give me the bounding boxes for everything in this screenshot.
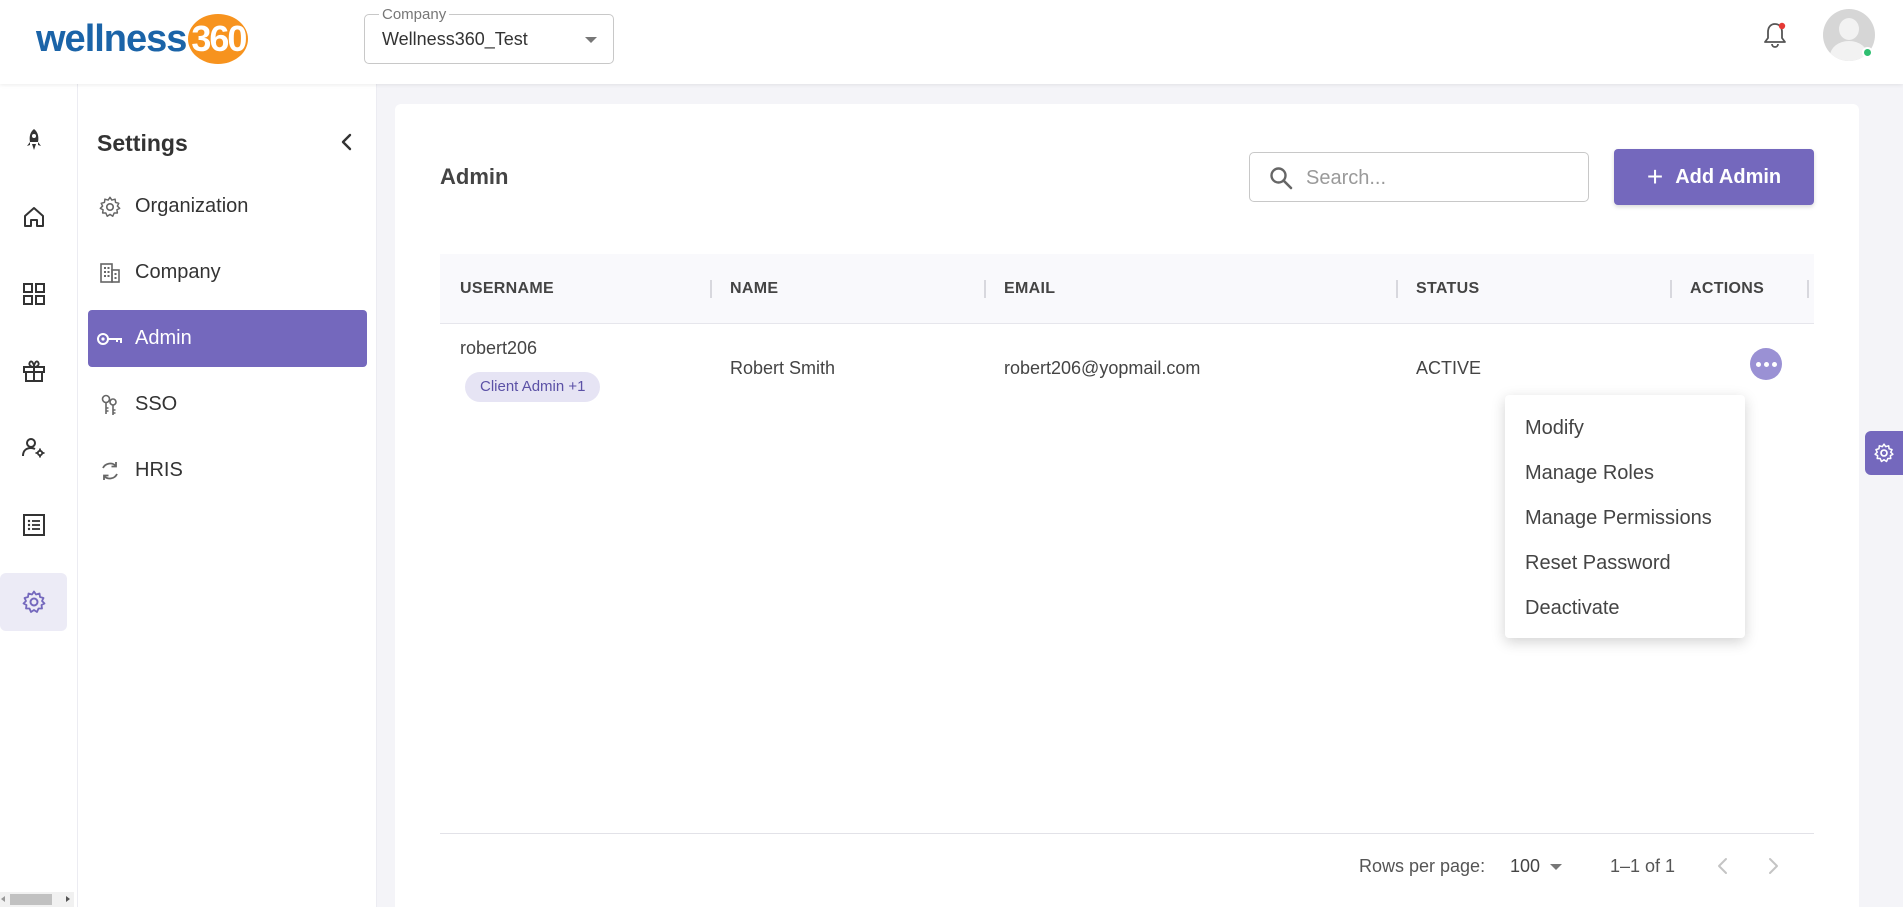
settings-item-sso[interactable]: SSO — [88, 376, 367, 433]
plus-icon: + — [1646, 161, 1664, 192]
top-bar: wellness 360 Company Wellness360_Test — [0, 0, 1903, 84]
menu-item-manage-permissions[interactable]: Manage Permissions — [1525, 503, 1712, 533]
home-icon — [23, 207, 44, 227]
gear-icon — [1874, 443, 1894, 463]
column-divider[interactable] — [1807, 280, 1809, 298]
rail-item-users[interactable] — [0, 419, 67, 477]
settings-item-label: Admin — [135, 327, 192, 349]
cell-username: robert206 — [460, 338, 538, 358]
gift-icon — [22, 360, 45, 382]
rail-horizontal-scrollbar[interactable] — [0, 892, 74, 907]
pagination-range: 1–1 of 1 — [1610, 856, 1676, 876]
grid-icon — [22, 283, 45, 305]
key-icon — [96, 325, 124, 353]
gear-icon — [96, 193, 124, 221]
column-divider[interactable] — [984, 280, 986, 298]
role-chip[interactable]: Client Admin +1 — [465, 372, 601, 402]
rocket-icon — [26, 129, 41, 150]
column-divider[interactable] — [1396, 280, 1398, 298]
company-select[interactable]: Company Wellness360_Test — [364, 6, 614, 64]
sync-icon — [96, 457, 124, 485]
settings-sidebar: Settings Organization Company Admin SSO … — [78, 84, 377, 907]
more-horizontal-icon — [1755, 361, 1761, 367]
rail-item-dashboard[interactable] — [0, 265, 67, 323]
menu-item-deactivate[interactable]: Deactivate — [1525, 593, 1620, 623]
rows-per-page-select[interactable]: 100 — [1510, 856, 1540, 877]
company-select-label: Company — [379, 6, 450, 23]
menu-item-manage-roles[interactable]: Manage Roles — [1525, 458, 1654, 488]
user-settings-icon — [21, 438, 44, 458]
company-select-value: Wellness360_Test — [382, 29, 528, 49]
rail-item-rewards[interactable] — [0, 342, 67, 400]
row-actions-button[interactable] — [1750, 348, 1782, 380]
settings-item-label: HRIS — [135, 459, 183, 481]
table-footer-divider — [440, 833, 1814, 834]
list-icon — [22, 514, 45, 536]
rail-item-settings[interactable] — [0, 573, 67, 631]
row-action-menu: Modify Manage Roles Manage Permissions R… — [1505, 395, 1745, 638]
online-status-dot — [1862, 47, 1873, 58]
settings-title: Settings — [97, 130, 188, 156]
page-title: Admin — [440, 164, 509, 189]
logo-number: 360 — [188, 14, 249, 64]
keys-icon — [96, 391, 124, 419]
gear-icon — [22, 590, 45, 613]
next-page-icon[interactable] — [1761, 854, 1785, 878]
search-icon — [1270, 167, 1293, 190]
chevron-down-icon — [585, 37, 597, 43]
cell-email: robert206@yopmail.com — [1004, 358, 1201, 378]
collapse-sidebar-button[interactable] — [335, 130, 359, 154]
rail-item-reports[interactable] — [0, 496, 67, 554]
column-header-name[interactable]: NAME — [730, 254, 778, 324]
rail-item-launch[interactable] — [0, 111, 67, 169]
previous-page-icon[interactable] — [1711, 854, 1735, 878]
column-header-status[interactable]: STATUS — [1416, 254, 1479, 324]
settings-item-company[interactable]: Company — [88, 244, 367, 301]
cell-status: ACTIVE — [1416, 358, 1482, 378]
column-header-actions: ACTIONS — [1690, 280, 1765, 297]
add-admin-label: Add Admin — [1675, 165, 1782, 188]
building-icon — [96, 259, 124, 287]
floating-settings-button[interactable] — [1865, 431, 1903, 475]
rail-item-home[interactable] — [0, 188, 67, 246]
column-header-email[interactable]: EMAIL — [1004, 254, 1055, 324]
search-input[interactable] — [1306, 165, 1566, 191]
icon-rail — [0, 84, 78, 907]
chevron-down-icon[interactable] — [1550, 864, 1562, 870]
table-header: USERNAME NAME EMAIL STATUS ACTIONS — [440, 254, 1814, 324]
logo-word: wellness — [36, 17, 187, 60]
settings-item-organization[interactable]: Organization — [88, 178, 367, 235]
settings-item-label: Organization — [135, 195, 249, 217]
settings-item-label: Company — [135, 261, 221, 283]
column-divider[interactable] — [1670, 280, 1672, 298]
settings-item-hris[interactable]: HRIS — [88, 442, 367, 499]
menu-item-modify[interactable]: Modify — [1525, 413, 1584, 443]
settings-item-admin[interactable]: Admin — [88, 310, 367, 367]
search-box[interactable] — [1249, 152, 1589, 202]
menu-item-reset-password[interactable]: Reset Password — [1525, 548, 1671, 578]
cell-name: Robert Smith — [730, 358, 836, 378]
column-divider[interactable] — [710, 280, 712, 298]
settings-item-label: SSO — [135, 393, 178, 415]
rows-per-page-label: Rows per page: — [1359, 856, 1486, 876]
notification-bell-icon[interactable] — [1760, 20, 1790, 50]
column-header-username[interactable]: USERNAME — [460, 254, 554, 324]
chevron-left-icon — [341, 133, 352, 151]
wellness360-logo[interactable]: wellness 360 — [36, 14, 249, 64]
add-admin-button[interactable]: + Add Admin — [1614, 149, 1814, 205]
